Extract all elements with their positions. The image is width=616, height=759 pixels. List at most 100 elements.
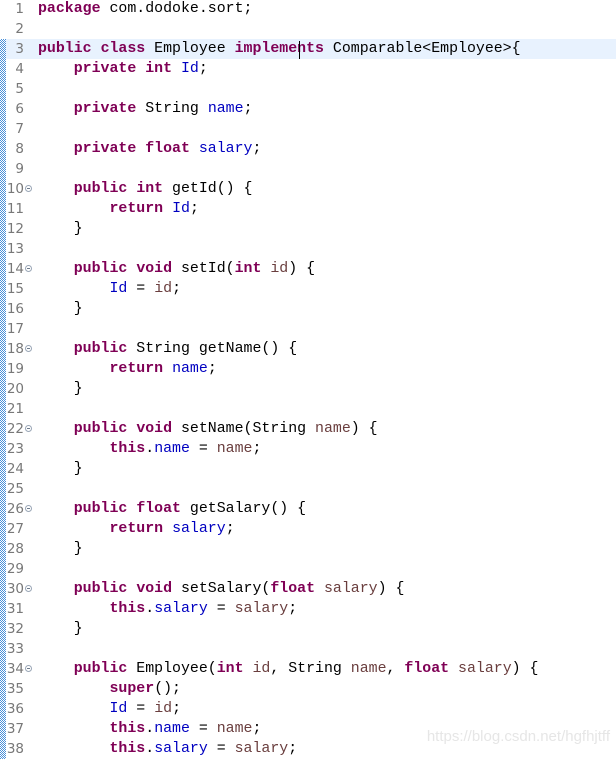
code-line[interactable]: 24 } [0, 459, 616, 479]
code-line[interactable]: 27 return salary; [0, 519, 616, 539]
code-line[interactable]: 29 [0, 559, 616, 579]
code-line[interactable]: 17 [0, 319, 616, 339]
keyword-token: this [109, 601, 146, 617]
code-line[interactable]: 7 [0, 119, 616, 139]
code-editor[interactable]: 1 package com.dodoke.sort; 2 3 public class … [0, 0, 616, 759]
fold-collapse-icon[interactable] [25, 425, 32, 432]
line-number: 32 [6, 621, 24, 637]
code-line[interactable]: 4 private int Id; [0, 59, 616, 79]
line-number: 20 [6, 381, 24, 397]
keyword-token: float [145, 141, 190, 157]
code-line[interactable]: 26 public float getSalary() { [0, 499, 616, 519]
parameter-token: salary [234, 741, 289, 757]
code-token: ; [288, 601, 298, 617]
parameter-token: name [216, 721, 253, 737]
code-token: ; [172, 701, 181, 717]
fold-collapse-icon[interactable] [25, 585, 32, 592]
code-line[interactable]: 33 [0, 639, 616, 659]
code-token: (); [154, 681, 181, 697]
code-text: private int Id; [38, 59, 208, 79]
keyword-token: public [73, 581, 128, 597]
code-token: = [207, 741, 235, 757]
keyword-token: void [136, 581, 173, 597]
line-number: 22 [6, 421, 24, 437]
code-token: setSalary( [172, 581, 271, 597]
code-text: public int getId() { [38, 179, 253, 199]
code-line[interactable]: 21 [0, 399, 616, 419]
keyword-token: private [73, 101, 137, 117]
code-line[interactable]: 12 } [0, 219, 616, 239]
code-line[interactable]: 36 Id = id; [0, 699, 616, 719]
code-line[interactable]: 34 public Employee(int id, String name, … [0, 659, 616, 679]
code-line[interactable]: 5 [0, 79, 616, 99]
code-text: } [38, 379, 83, 399]
code-line[interactable]: 2 [0, 19, 616, 39]
code-text: public Employee(int id, String name, flo… [38, 659, 539, 679]
code-text: this.name = name; [38, 439, 262, 459]
code-line[interactable]: 13 [0, 239, 616, 259]
parameter-token: id [154, 701, 173, 717]
code-text: public String getName() { [38, 339, 297, 359]
code-line[interactable]: 1 package com.dodoke.sort; [0, 0, 616, 19]
code-line[interactable]: 9 [0, 159, 616, 179]
fold-collapse-icon[interactable] [25, 505, 32, 512]
code-line[interactable]: 19 return name; [0, 359, 616, 379]
parameter-token: id [252, 661, 271, 677]
code-line[interactable]: 28 } [0, 539, 616, 559]
line-number: 5 [15, 81, 24, 97]
code-line[interactable]: 35 super(); [0, 679, 616, 699]
line-number: 38 [6, 741, 24, 757]
fold-collapse-icon[interactable] [25, 265, 32, 272]
field-token: name [154, 721, 190, 737]
code-line[interactable]: 15 Id = id; [0, 279, 616, 299]
code-line[interactable]: 22 public void setName(String name) { [0, 419, 616, 439]
code-token: } [38, 221, 83, 237]
code-token: String getName() { [127, 341, 298, 357]
code-line[interactable]: 32 } [0, 619, 616, 639]
code-line[interactable]: 31 this.salary = salary; [0, 599, 616, 619]
code-token: . [145, 721, 155, 737]
code-line[interactable]: 3 public class Employee implements Compar… [0, 39, 616, 59]
code-line[interactable]: 18 public String getName() { [0, 339, 616, 359]
keyword-token: return [109, 361, 164, 377]
code-line[interactable]: 11 return Id; [0, 199, 616, 219]
code-token: , String [270, 661, 351, 677]
fold-collapse-icon[interactable] [25, 185, 32, 192]
code-text: return salary; [38, 519, 235, 539]
fold-collapse-icon[interactable] [25, 345, 32, 352]
field-token: salary [172, 521, 226, 537]
code-token: } [38, 381, 83, 397]
code-line[interactable]: 14 public void setId(int id) { [0, 259, 616, 279]
keyword-token: this [109, 441, 146, 457]
code-line[interactable]: 25 [0, 479, 616, 499]
parameter-token: salary [234, 601, 289, 617]
code-text: private float salary; [38, 139, 262, 159]
code-text: this.salary = salary; [38, 599, 298, 619]
code-line[interactable]: 8 private float salary; [0, 139, 616, 159]
line-number: 17 [6, 321, 24, 337]
code-line[interactable]: 20 } [0, 379, 616, 399]
field-token: name [154, 441, 190, 457]
code-token: . [145, 441, 155, 457]
code-token: ; [243, 101, 253, 117]
code-line[interactable]: 10 public int getId() { [0, 179, 616, 199]
code-line[interactable]: 16 } [0, 299, 616, 319]
line-number: 21 [6, 401, 24, 417]
keyword-token: public [73, 421, 128, 437]
code-line[interactable]: 30 public void setSalary(float salary) { [0, 579, 616, 599]
line-number: 24 [6, 461, 24, 477]
text-caret [299, 41, 300, 59]
fold-collapse-icon[interactable] [25, 665, 32, 672]
code-line[interactable]: 6 private String name; [0, 99, 616, 119]
code-line[interactable]: 23 this.name = name; [0, 439, 616, 459]
field-token: Id [181, 61, 199, 77]
